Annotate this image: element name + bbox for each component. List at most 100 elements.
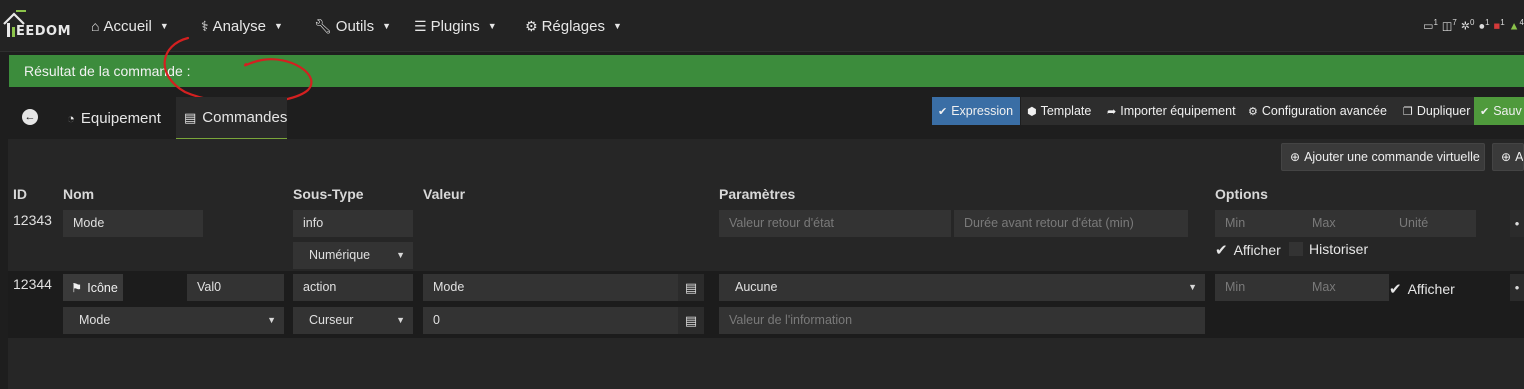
check-icon: ✔ bbox=[938, 105, 948, 118]
icon-button-label: Icône bbox=[87, 280, 118, 295]
row-id: 12344 bbox=[13, 276, 52, 292]
chevron-down-icon: ▼ bbox=[396, 250, 405, 260]
show-label: Afficher bbox=[1407, 281, 1455, 297]
add-virtual-command-button[interactable]: ⊕ Ajouter une commande virtuelle bbox=[1281, 143, 1485, 171]
copy-icon: ❐ bbox=[1403, 105, 1413, 118]
android-icon[interactable]: ▲4 bbox=[1509, 18, 1524, 33]
nav-reglages-label: Réglages bbox=[541, 17, 605, 35]
chevron-down-icon: ▼ bbox=[612, 21, 622, 31]
save-button[interactable]: ✔ Sauv bbox=[1474, 97, 1524, 125]
tab-commandes[interactable]: ▤ Commandes bbox=[176, 97, 287, 139]
info-value-input[interactable]: Valeur de l'information bbox=[719, 307, 1205, 334]
choose-icon-button[interactable]: ⚑ Icône bbox=[63, 274, 123, 301]
lock-count: 1 bbox=[1500, 17, 1505, 27]
command-name-field[interactable]: Mode bbox=[63, 210, 203, 237]
logo-text: EEDOM bbox=[16, 24, 72, 39]
check-icon: ✔ bbox=[1389, 281, 1402, 298]
cogs-icon: ⚙ bbox=[1248, 105, 1258, 118]
list-alt-icon[interactable]: ▤ bbox=[678, 307, 704, 334]
lock-icon[interactable]: ■1 bbox=[1494, 18, 1505, 33]
state-return-delay-input[interactable]: Durée avant retour d'état (min) bbox=[954, 210, 1188, 237]
max-input[interactable]: Max bbox=[1302, 210, 1389, 237]
dashboard-icon: ◔ bbox=[67, 110, 75, 126]
nav-plugins-label: Plugins bbox=[430, 17, 480, 35]
back-arrow-icon[interactable]: ← bbox=[22, 109, 38, 125]
window-icon[interactable]: ▭1 bbox=[1423, 18, 1438, 33]
stethoscope-icon: ⚕ bbox=[201, 17, 209, 34]
row-action-icon[interactable]: • bbox=[1510, 210, 1524, 237]
duplicate-label: Dupliquer bbox=[1416, 104, 1471, 118]
expression-button[interactable]: ✔ Expression bbox=[932, 97, 1020, 125]
status-summary: ▭1 ◫7 ✲0 ●1 ■1 ▲4 bbox=[1423, 17, 1524, 33]
col-header-params: Paramètres bbox=[719, 186, 796, 202]
chevron-down-icon: ▼ bbox=[382, 21, 392, 31]
type-field[interactable]: info bbox=[293, 210, 413, 237]
door-icon[interactable]: ◫7 bbox=[1442, 18, 1457, 33]
min-input[interactable]: Min bbox=[1215, 210, 1302, 237]
plus-circle-icon: ⊕ bbox=[1290, 150, 1301, 164]
show-checkbox[interactable]: ✔ Afficher bbox=[1215, 241, 1281, 259]
col-header-options: Options bbox=[1215, 186, 1268, 202]
nav-analyse-label: Analyse bbox=[212, 17, 266, 35]
param-select-value: Aucune bbox=[735, 280, 778, 294]
user-icon[interactable]: ●1 bbox=[1478, 18, 1489, 33]
duplicate-button[interactable]: ❐ Dupliquer bbox=[1397, 97, 1474, 125]
command-result-alert: Résultat de la commande : bbox=[9, 55, 1524, 87]
nav-outils[interactable]: 🔧︎ Outils ▼ bbox=[314, 17, 391, 35]
nav-accueil-label: Accueil bbox=[103, 17, 152, 35]
add-command-button[interactable]: ⊕ Aj bbox=[1492, 143, 1524, 171]
history-label: Historiser bbox=[1309, 241, 1369, 257]
show-checkbox[interactable]: ✔ Afficher bbox=[1389, 280, 1455, 298]
check-icon: ✔ bbox=[1215, 242, 1228, 259]
cog-icon: ⚙ bbox=[525, 17, 538, 34]
subtype-select[interactable]: Numérique ▼ bbox=[293, 242, 413, 269]
max-input[interactable]: Max bbox=[1302, 274, 1389, 301]
import-label: Importer équipement bbox=[1120, 104, 1236, 118]
linked-info-select[interactable]: Mode ▼ bbox=[63, 307, 284, 334]
tab-commandes-label: Commandes bbox=[202, 109, 288, 126]
tasks-icon: ☰ bbox=[414, 17, 427, 34]
col-header-subtype: Sous-Type bbox=[293, 186, 364, 202]
row-action-icon[interactable]: • bbox=[1510, 274, 1524, 301]
window-count: 1 bbox=[1433, 17, 1438, 27]
share-icon: ➦ bbox=[1107, 105, 1117, 118]
state-return-value-input[interactable]: Valeur retour d'état bbox=[719, 210, 951, 237]
value-input[interactable]: Mode bbox=[423, 274, 678, 301]
history-checkbox[interactable]: Historiser bbox=[1289, 241, 1368, 257]
param-select[interactable]: Aucune ▼ bbox=[719, 274, 1205, 301]
linked-info-value: Mode bbox=[79, 313, 111, 327]
flag-icon: ⚑ bbox=[71, 281, 83, 295]
type-field[interactable]: action bbox=[293, 274, 413, 301]
unit-input[interactable]: Unité bbox=[1389, 210, 1476, 237]
plus-circle-icon: ⊕ bbox=[1501, 150, 1512, 164]
light-icon[interactable]: ✲0 bbox=[1461, 18, 1475, 33]
add-other-label: Aj bbox=[1515, 150, 1524, 164]
import-equipment-button[interactable]: ➦ Importer équipement bbox=[1101, 97, 1242, 125]
checkbox-box bbox=[1289, 242, 1303, 256]
top-navbar: EEDOM ⌂ Accueil ▼ ⚕ Analyse ▼ 🔧︎ Outils … bbox=[0, 0, 1524, 52]
tab-equipement[interactable]: ◔ Equipement bbox=[59, 97, 169, 139]
save-label: Sauv bbox=[1493, 104, 1522, 118]
value-default-input[interactable]: 0 bbox=[423, 307, 678, 334]
show-label: Afficher bbox=[1233, 242, 1281, 258]
door-count: 7 bbox=[1452, 17, 1457, 27]
advanced-config-button[interactable]: ⚙ Configuration avancée bbox=[1242, 97, 1397, 125]
subtype-value: Numérique bbox=[309, 248, 371, 262]
subtype-select[interactable]: Curseur ▼ bbox=[293, 307, 413, 334]
nav-plugins[interactable]: ☰ Plugins ▼ bbox=[414, 17, 497, 35]
min-input[interactable]: Min bbox=[1215, 274, 1302, 301]
home-icon: ⌂ bbox=[91, 18, 100, 34]
advanced-label: Configuration avancée bbox=[1261, 104, 1387, 118]
nav-accueil[interactable]: ⌂ Accueil ▼ bbox=[91, 17, 169, 35]
nav-outils-label: Outils bbox=[335, 17, 375, 35]
template-button[interactable]: ⬢ Template bbox=[1021, 97, 1101, 125]
nav-analyse[interactable]: ⚕ Analyse ▼ bbox=[201, 17, 283, 35]
command-name-field[interactable]: Val0 bbox=[187, 274, 284, 301]
jeedom-logo[interactable]: EEDOM bbox=[2, 8, 72, 42]
chevron-down-icon: ▼ bbox=[273, 21, 283, 31]
check-circle-icon: ✔ bbox=[1480, 105, 1490, 118]
chevron-down-icon: ▼ bbox=[396, 315, 405, 325]
nav-reglages[interactable]: ⚙ Réglages ▼ bbox=[525, 17, 622, 35]
light-count: 0 bbox=[1469, 17, 1475, 27]
list-alt-icon[interactable]: ▤ bbox=[678, 274, 704, 301]
